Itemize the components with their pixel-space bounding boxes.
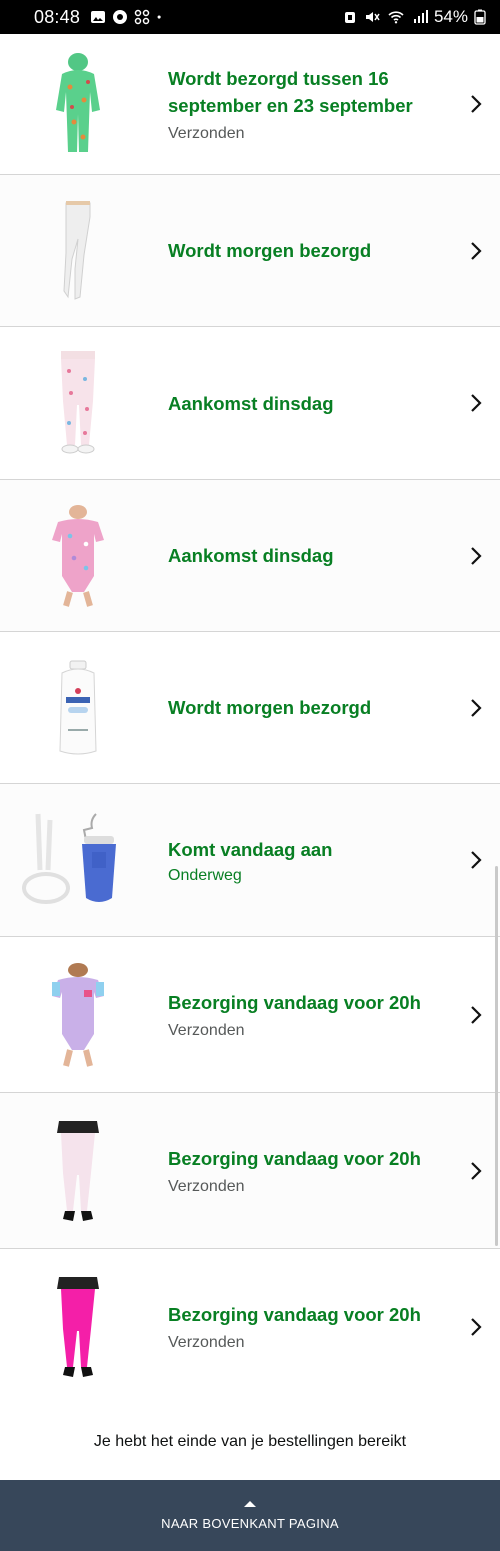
order-row[interactable]: Komt vandaag aan Onderweg: [0, 784, 500, 937]
product-image: [28, 653, 128, 763]
back-to-top-button[interactable]: NAAR BOVENKANT PAGINA: [0, 1480, 500, 1551]
chrome-icon: [113, 10, 128, 24]
product-image: [28, 196, 128, 306]
product-image: [28, 49, 128, 159]
chevron-right-icon[interactable]: [464, 848, 488, 872]
product-image: [28, 348, 128, 458]
mute-icon: [365, 12, 380, 22]
product-image: [28, 501, 128, 611]
delivery-status: Komt vandaag aan: [168, 838, 333, 860]
chevron-right-icon[interactable]: [464, 92, 488, 116]
order-row[interactable]: Wordt morgen bezorgd: [0, 175, 500, 327]
status-bar: 08:48 54%: [0, 0, 500, 34]
shipping-status: Onderweg: [168, 866, 242, 884]
shipping-status: Verzonden: [168, 1178, 245, 1195]
chevron-right-icon[interactable]: [464, 544, 488, 568]
battery-percent: 54%: [433, 7, 468, 26]
grid-icon: [134, 9, 150, 25]
shipping-status: Verzonden: [168, 1022, 245, 1039]
delivery-status: Bezorging vandaag voor 20h: [168, 992, 421, 1013]
wifi-icon: [388, 11, 404, 24]
enema-bag-kit-icon: [22, 813, 116, 904]
gallery-icon: [91, 11, 106, 23]
delivery-status: Aankomst dinsdag: [168, 545, 334, 566]
order-row[interactable]: Aankomst dinsdag: [0, 480, 500, 632]
delivery-status: Aankomst dinsdag: [168, 392, 334, 414]
onesie-pajama-icon: [56, 53, 100, 152]
signal-icon: [413, 10, 428, 23]
chevron-right-icon[interactable]: [464, 391, 488, 415]
order-list: Wordt bezorgd tussen 16 september en 23 …: [0, 34, 500, 1404]
delivery-status: Bezorging vandaag voor 20h: [168, 1148, 421, 1169]
chevron-right-icon[interactable]: [464, 1315, 488, 1339]
shipping-status: Verzonden: [168, 125, 245, 142]
status-time: 08:48: [34, 6, 81, 27]
product-image: [28, 1272, 128, 1382]
back-to-top-label: NAAR BOVENKANT PAGINA: [161, 1516, 339, 1531]
alarm-icon: [344, 12, 355, 23]
chevron-right-icon[interactable]: [464, 1159, 488, 1183]
order-row[interactable]: Wordt bezorgd tussen 16 september en 23 …: [0, 34, 500, 175]
baby-powder-bottle-icon: [59, 660, 97, 754]
printed-leggings-icon: [61, 351, 95, 454]
pink-bodysuit-icon: [52, 504, 104, 607]
order-row[interactable]: Bezorging vandaag voor 20h Verzonden: [0, 1093, 500, 1249]
lilac-bodysuit-icon: [52, 962, 104, 1067]
white-tights-heels-icon: [57, 1120, 99, 1221]
product-image: [20, 805, 130, 915]
delivery-status: Bezorging vandaag voor 20h: [168, 1304, 421, 1325]
order-row[interactable]: Aankomst dinsdag: [0, 327, 500, 480]
scrollbar[interactable]: [495, 866, 498, 1246]
product-image: [28, 1116, 128, 1226]
caret-up-icon: [244, 1501, 256, 1507]
pink-tights-heels-icon: [57, 1276, 99, 1377]
white-tights-icon: [63, 200, 91, 300]
delivery-status: Wordt bezorgd tussen 16 september en 23 …: [168, 68, 413, 116]
order-row[interactable]: Wordt morgen bezorgd: [0, 632, 500, 784]
chevron-right-icon[interactable]: [464, 239, 488, 263]
shipping-status: Verzonden: [168, 1334, 245, 1351]
battery-icon: [474, 9, 486, 25]
order-row[interactable]: Bezorging vandaag voor 20h Verzonden: [0, 1249, 500, 1404]
end-of-orders-message: Je hebt het einde van je bestellingen be…: [0, 1404, 500, 1480]
product-image: [28, 960, 128, 1070]
chevron-right-icon[interactable]: [464, 696, 488, 720]
delivery-status: Wordt morgen bezorgd: [168, 697, 372, 718]
delivery-status: Wordt morgen bezorgd: [168, 240, 372, 261]
order-row[interactable]: Bezorging vandaag voor 20h Verzonden: [0, 937, 500, 1093]
dot-icon: [157, 15, 161, 19]
chevron-right-icon[interactable]: [464, 1003, 488, 1027]
